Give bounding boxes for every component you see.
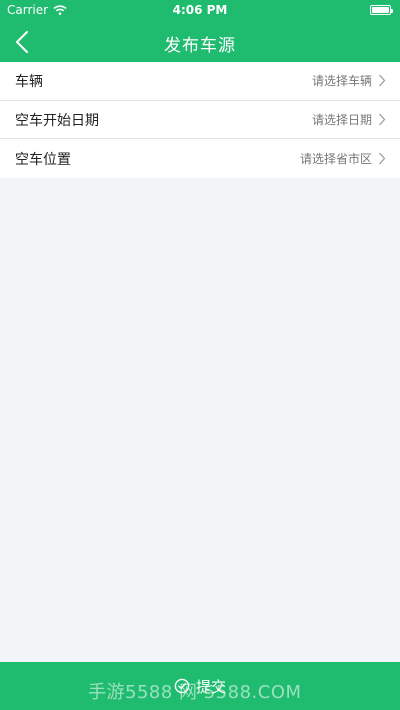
chevron-right-icon — [379, 113, 386, 126]
battery-icon — [370, 5, 393, 15]
chevron-right-icon — [379, 152, 386, 165]
chevron-right-icon — [379, 74, 386, 87]
date-value: 请选择日期 — [311, 113, 372, 128]
status-time: 4:06 PM — [172, 3, 228, 17]
page-title: 发布车源 — [164, 36, 236, 56]
check-circle-icon — [174, 678, 190, 694]
submit-label: 提交 — [195, 677, 226, 696]
location-selector[interactable]: 请选择省市区 — [300, 150, 386, 167]
nav-bar: 发布车源 — [0, 22, 400, 62]
empty-start-date-row[interactable]: 空车开始日期 请选择日期 — [0, 101, 400, 140]
header: Carrier 4:06 PM 发布车源 — [0, 0, 400, 62]
location-value: 请选择省市区 — [299, 152, 372, 167]
empty-location-label: 空车位置 — [15, 151, 71, 168]
submit-button[interactable]: 提交 — [0, 662, 400, 710]
empty-location-row[interactable]: 空车位置 请选择省市区 — [0, 139, 400, 178]
empty-start-date-label: 空车开始日期 — [15, 112, 99, 129]
vehicle-label: 车辆 — [15, 73, 43, 90]
form-list: 车辆 请选择车辆 空车开始日期 请选择日期 空车位置 请选择省市区 — [0, 62, 400, 179]
vehicle-value: 请选择车辆 — [311, 74, 372, 89]
date-selector[interactable]: 请选择日期 — [312, 111, 386, 128]
status-bar: Carrier 4:06 PM — [0, 0, 400, 20]
vehicle-row[interactable]: 车辆 请选择车辆 — [0, 62, 400, 101]
vehicle-selector[interactable]: 请选择车辆 — [312, 72, 386, 89]
